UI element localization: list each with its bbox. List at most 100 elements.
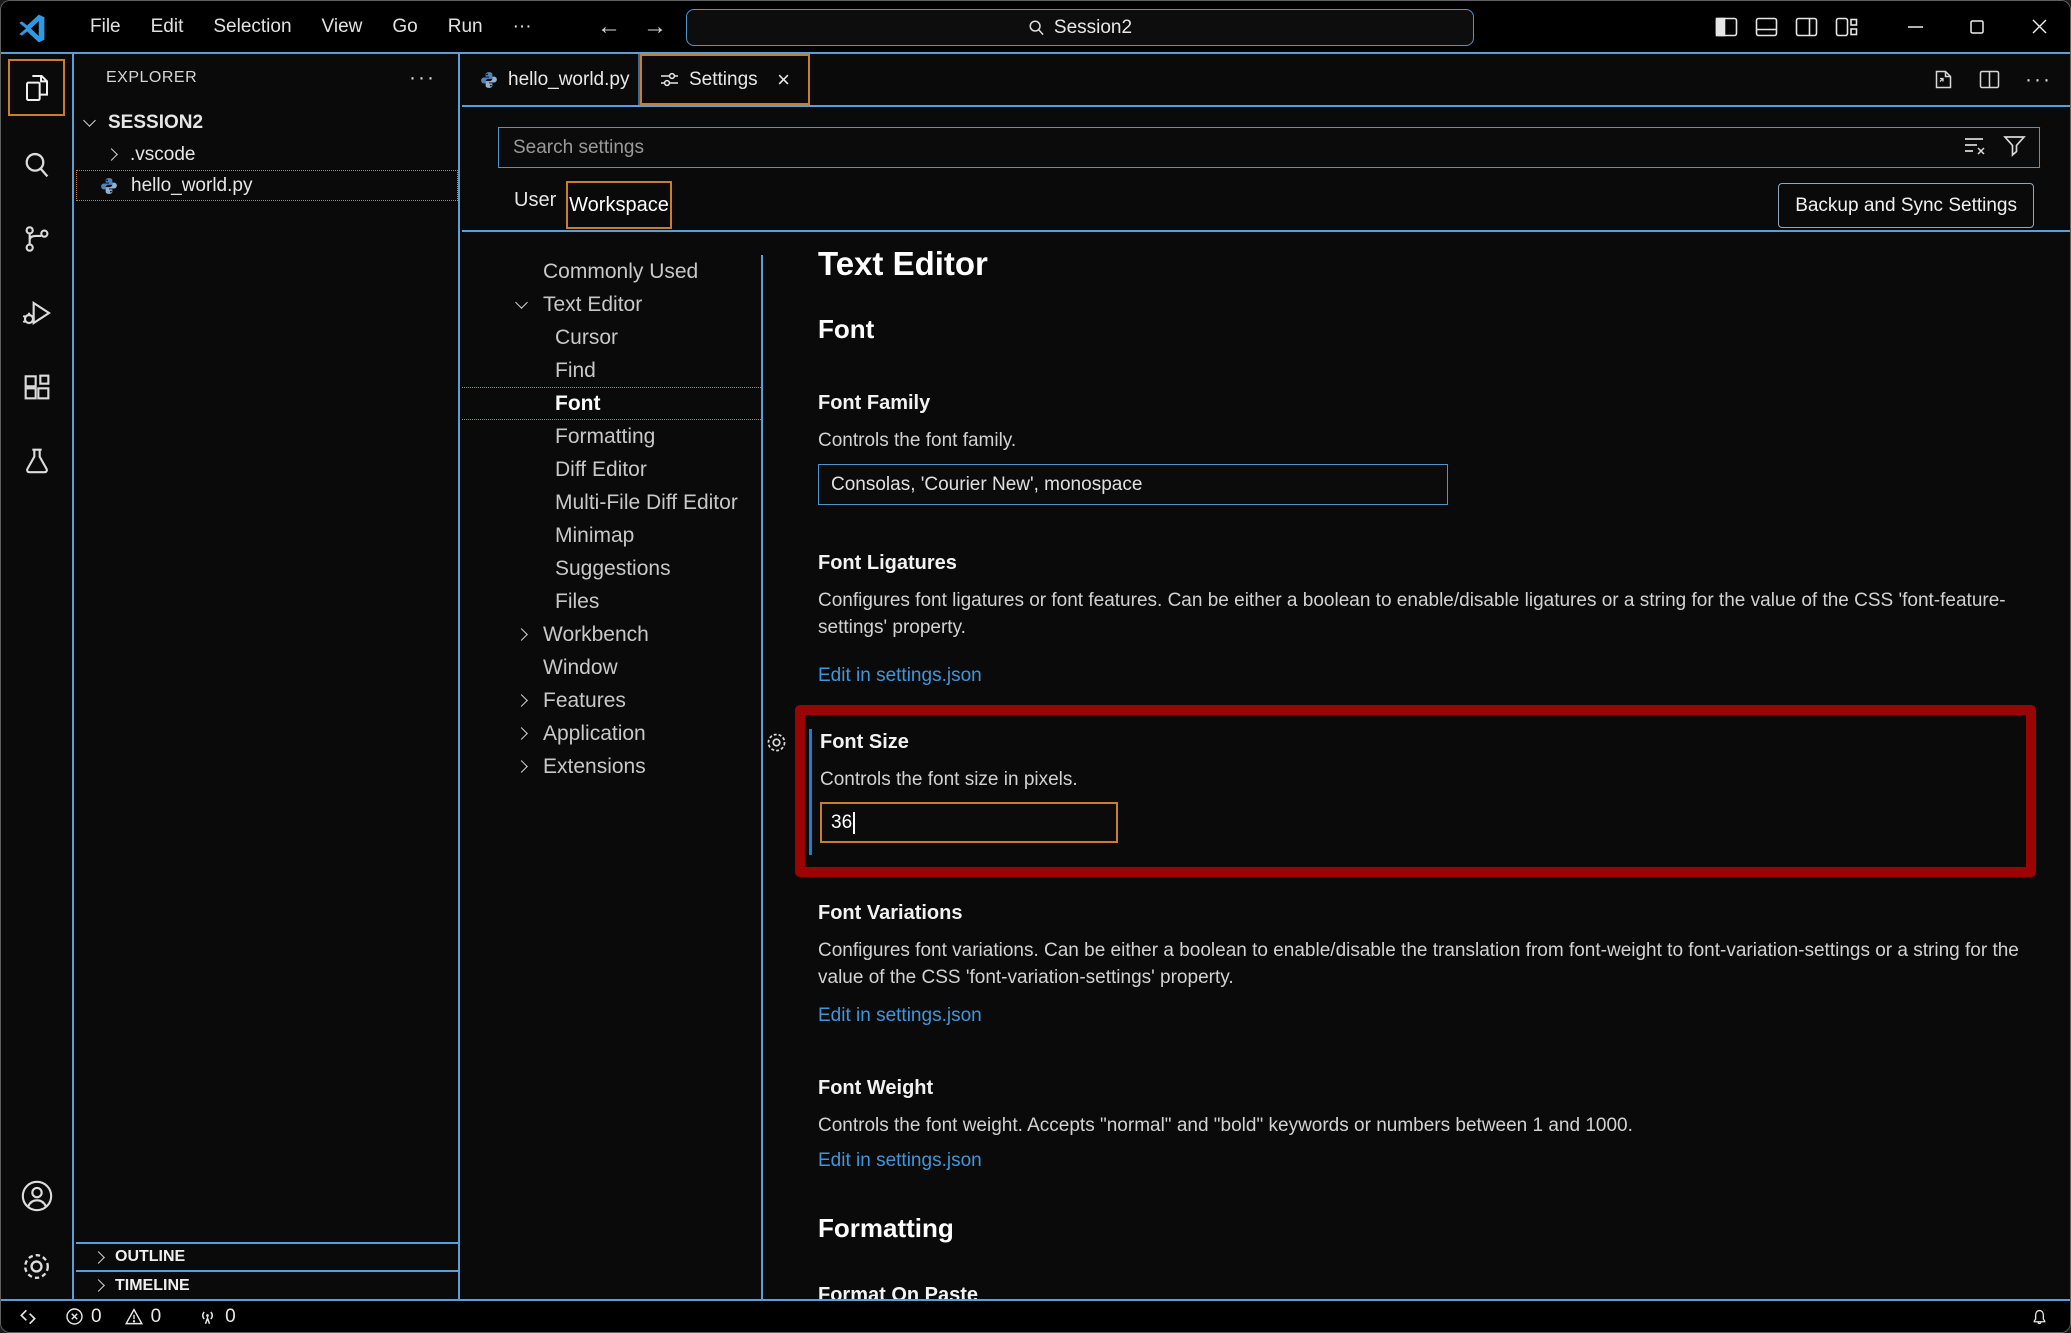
nav-forward-icon[interactable]: → [643, 13, 667, 41]
chevron-right-icon [515, 727, 528, 740]
setting-desc-font-ligatures: Configures font ligatures or font featur… [818, 587, 2033, 641]
activity-extensions[interactable] [0, 350, 73, 424]
menu-edit[interactable]: Edit [136, 10, 199, 44]
toc-extensions[interactable]: Extensions [462, 750, 761, 783]
notifications-bell[interactable] [2029, 1306, 2050, 1327]
toc-features[interactable]: Features [462, 684, 761, 717]
chevron-right-icon [515, 694, 528, 707]
settings-header-divider [462, 230, 2070, 232]
nav-back-icon[interactable]: ← [597, 13, 621, 41]
filter-icon[interactable] [2003, 135, 2026, 157]
more-actions-icon[interactable]: ··· [2025, 68, 2052, 92]
remote-indicator[interactable] [17, 1307, 39, 1327]
settings-sliders-icon [660, 71, 679, 88]
toc-sash[interactable] [761, 255, 763, 1299]
setting-label-font-ligatures: Font Ligatures [818, 552, 957, 575]
ports-indicator[interactable]: 0 [197, 1306, 236, 1328]
status-bar: 0 0 0 [1, 1299, 2070, 1332]
toc-multi-file-diff-editor[interactable]: Multi-File Diff Editor [462, 486, 761, 519]
command-center-search[interactable]: Session2 [686, 9, 1474, 46]
toc-text-editor[interactable]: Text Editor [462, 288, 761, 321]
setting-gear-icon[interactable] [765, 731, 788, 754]
title-bar: File Edit Selection View Go Run ··· ← → … [1, 1, 2070, 54]
activity-run-debug[interactable] [0, 276, 73, 350]
toc-files[interactable]: Files [462, 585, 761, 618]
minimize-button[interactable] [1884, 1, 1946, 52]
tree-item-session2[interactable]: SESSION2 [76, 107, 458, 138]
activity-search[interactable] [0, 128, 73, 202]
tab-settings-active[interactable]: Settings × [640, 54, 810, 105]
toc-font-selected[interactable]: Font [462, 387, 761, 420]
toc-workbench[interactable]: Workbench [462, 618, 761, 651]
testing-flask-icon [21, 445, 53, 477]
edit-in-settings-json-link[interactable]: Edit in settings.json [818, 1005, 982, 1027]
warning-icon [124, 1307, 144, 1326]
explorer-title: EXPLORER [106, 69, 197, 87]
maximize-button[interactable] [1946, 1, 2008, 52]
chevron-down-icon [515, 296, 528, 309]
toc-commonly-used[interactable]: Commonly Used [462, 255, 761, 288]
toc-find[interactable]: Find [462, 354, 761, 387]
search-icon [1028, 19, 1045, 36]
toc-window[interactable]: Window [462, 651, 761, 684]
tab-label: Settings [689, 69, 758, 91]
activity-explorer[interactable] [8, 59, 65, 116]
edit-in-settings-json-link[interactable]: Edit in settings.json [818, 665, 982, 687]
menu-view[interactable]: View [307, 10, 378, 44]
menu-run[interactable]: Run [433, 10, 498, 44]
chevron-right-icon [92, 1251, 105, 1264]
font-size-input[interactable]: 36 [820, 802, 1118, 843]
activity-settings[interactable] [0, 1233, 73, 1299]
tree-file-label: hello_world.py [131, 175, 252, 197]
section-title-text-editor: Text Editor [818, 245, 988, 283]
toc-application[interactable]: Application [462, 717, 761, 750]
problems-warnings[interactable]: 0 [124, 1306, 162, 1328]
tree-item-hello-world[interactable]: hello_world.py [76, 170, 458, 201]
tab-bar: hello_world.py Settings × ··· [462, 54, 2070, 107]
toc-diff-editor[interactable]: Diff Editor [462, 453, 761, 486]
settings-search-input[interactable] [498, 127, 2040, 168]
toc-suggestions[interactable]: Suggestions [462, 552, 761, 585]
toc-formatting[interactable]: Formatting [462, 420, 761, 453]
error-icon [65, 1307, 84, 1326]
activity-source-control[interactable] [0, 202, 73, 276]
tree-item-vscode[interactable]: .vscode [76, 139, 458, 170]
extensions-icon [21, 371, 53, 403]
activity-accounts[interactable] [0, 1159, 73, 1233]
menu-more-icon[interactable]: ··· [498, 10, 547, 44]
scope-workspace-label: Workspace [569, 194, 669, 217]
menu-file[interactable]: File [75, 10, 136, 44]
close-button[interactable] [2008, 1, 2070, 52]
problems-errors[interactable]: 0 [65, 1306, 102, 1328]
outline-panel-header[interactable]: OUTLINE [76, 1242, 458, 1270]
customize-layout-icon[interactable] [1835, 17, 1858, 37]
scope-tab-user[interactable]: User [514, 189, 556, 212]
menu-go[interactable]: Go [377, 10, 432, 44]
edit-in-settings-json-link[interactable]: Edit in settings.json [818, 1150, 982, 1172]
outline-label: OUTLINE [115, 1248, 185, 1266]
tab-hello-world[interactable]: hello_world.py [462, 54, 640, 105]
chevron-right-icon [92, 1279, 105, 1292]
tree-root-label: SESSION2 [108, 112, 203, 134]
backup-sync-settings-button[interactable]: Backup and Sync Settings [1778, 183, 2034, 228]
chevron-down-icon [83, 114, 96, 127]
toggle-panel-icon[interactable] [1755, 17, 1778, 37]
clear-search-icon[interactable] [1963, 135, 1987, 157]
ports-count: 0 [225, 1306, 236, 1328]
account-icon [20, 1179, 54, 1213]
timeline-panel-header[interactable]: TIMELINE [76, 1270, 458, 1299]
explorer-more-actions-icon[interactable]: ··· [409, 66, 436, 90]
font-family-input[interactable]: Consolas, 'Courier New', monospace [818, 464, 1448, 505]
close-tab-icon[interactable]: × [777, 67, 790, 93]
toggle-primary-sidebar-icon[interactable] [1715, 17, 1738, 37]
setting-desc-font-variations: Configures font variations. Can be eithe… [818, 937, 2033, 991]
toc-cursor[interactable]: Cursor [462, 321, 761, 354]
open-settings-json-icon[interactable] [1933, 69, 1954, 90]
activity-testing[interactable] [0, 424, 73, 498]
toc-minimap[interactable]: Minimap [462, 519, 761, 552]
split-editor-icon[interactable] [1979, 70, 2000, 89]
scope-tab-workspace[interactable]: Workspace [566, 181, 672, 229]
toggle-secondary-sidebar-icon[interactable] [1795, 17, 1818, 37]
menu-selection[interactable]: Selection [198, 10, 306, 44]
timeline-label: TIMELINE [115, 1277, 190, 1295]
